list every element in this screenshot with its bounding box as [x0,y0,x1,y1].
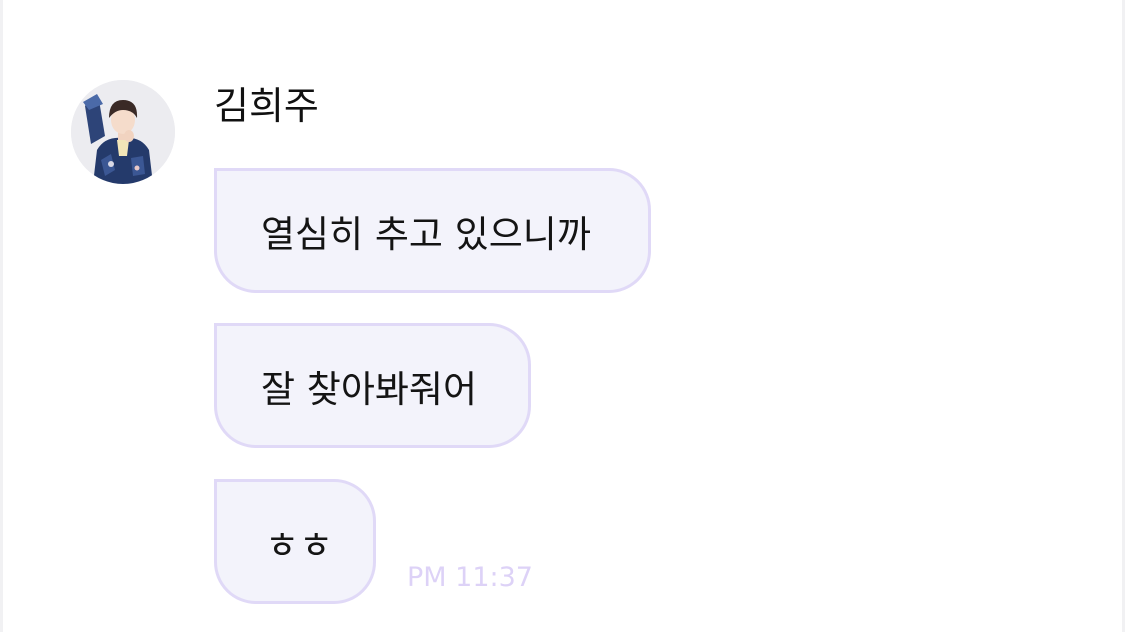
message-bubble[interactable]: 잘 찾아봐줘어 [214,323,531,448]
sender-name: 김희주 [214,84,319,128]
avatar[interactable] [71,80,175,184]
profile-photo-icon [71,80,175,184]
message-bubble[interactable]: 열심히 추고 있으니까 [214,168,651,293]
chat-screen: 김희주 열심히 추고 있으니까 잘 찾아봐줘어 ㅎㅎ PM 11:37 [0,0,1125,632]
message-timestamp: PM 11:37 [407,562,533,593]
message-text: 열심히 추고 있으니까 [261,212,591,256]
message-text: 잘 찾아봐줘어 [261,367,478,411]
message-text: ㅎㅎ [265,523,334,567]
message-bubble[interactable]: ㅎㅎ [214,479,376,604]
